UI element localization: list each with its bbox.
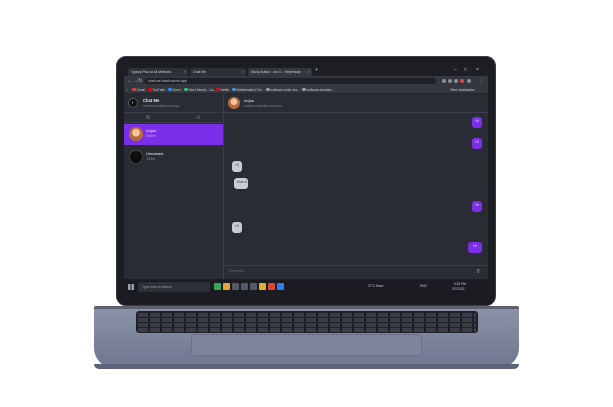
avatar bbox=[129, 127, 143, 141]
taskbar: Type here to search 27°C Haze ENG 6:20 P… bbox=[124, 279, 488, 295]
avatar bbox=[228, 97, 240, 109]
address-bar: ← → ↻ chat-me-react.vercel.app ⋮ bbox=[124, 76, 488, 86]
app-title: Chat Me bbox=[143, 98, 160, 103]
app-icon[interactable] bbox=[232, 283, 239, 290]
message-bubble: How is bbox=[234, 178, 248, 189]
bookmark[interactable]: Mathematics | Fre... bbox=[232, 88, 265, 92]
bookmark[interactable]: YouTube bbox=[148, 88, 165, 92]
key-row bbox=[138, 318, 476, 322]
chat-app: ◐ Chat Me chatme.react@vercel.app ↻ ⚇ An… bbox=[124, 94, 488, 287]
bookmark[interactable]: software-modules... bbox=[302, 88, 334, 92]
other-bookmarks[interactable]: Other bookmarks bbox=[450, 88, 474, 92]
vscode-icon[interactable] bbox=[277, 283, 284, 290]
extension-icon[interactable] bbox=[467, 79, 471, 83]
key-row bbox=[138, 328, 476, 332]
close-icon[interactable]: × bbox=[242, 69, 244, 74]
contact-status: Online bbox=[146, 134, 156, 138]
clock-time: 6:20 PM bbox=[454, 282, 466, 286]
extension-icon[interactable] bbox=[442, 79, 446, 83]
keyboard bbox=[136, 311, 478, 333]
message-bubble: Hi bbox=[472, 201, 482, 212]
key-row bbox=[138, 323, 476, 327]
minimize-icon[interactable]: – bbox=[454, 67, 457, 73]
back-icon[interactable]: ← bbox=[127, 78, 132, 84]
extension-icon[interactable] bbox=[454, 79, 458, 83]
bookmark-icon bbox=[148, 87, 152, 92]
profile-icon[interactable] bbox=[460, 79, 464, 83]
taskbar-search[interactable]: Type here to search bbox=[138, 282, 210, 292]
sidebar: ◐ Chat Me chatme.react@vercel.app ↻ ⚇ An… bbox=[124, 94, 224, 287]
bookmarks-bar: ⁝ Gmail YouTube Zoom Send Money - Ca... … bbox=[124, 86, 488, 94]
bookmark-icon bbox=[266, 87, 270, 92]
user-icon[interactable]: ⚇ bbox=[196, 115, 200, 121]
bookmark-icon bbox=[302, 87, 306, 92]
contact-status: Offline bbox=[146, 157, 156, 161]
app-icon[interactable] bbox=[214, 283, 221, 290]
message-bubble: Hi bbox=[472, 138, 482, 149]
maximize-icon[interactable]: □ bbox=[464, 67, 467, 73]
chat-panel: Anjou chatme.anjou@vercel.com Hi Hi Hi H… bbox=[224, 94, 488, 287]
message-bubble: Hi bbox=[232, 161, 242, 172]
reload-icon[interactable]: ↻ bbox=[138, 78, 142, 84]
app-subtitle: chatme.react@vercel.app bbox=[143, 104, 180, 108]
close-icon[interactable]: × bbox=[184, 69, 186, 74]
bookmark-icon bbox=[132, 87, 136, 92]
browser-tab-bar: Typical Plus at all Methods × Chat Me × St… bbox=[124, 66, 488, 76]
bookmark-icon bbox=[168, 87, 172, 92]
message-input[interactable]: Type here... bbox=[228, 269, 246, 273]
message-bubble: Hi bbox=[232, 222, 242, 233]
contact-name: Unnamed bbox=[146, 151, 164, 156]
windows-start-icon[interactable] bbox=[128, 284, 134, 290]
tab-2[interactable]: Chat Me × bbox=[190, 68, 246, 76]
close-icon[interactable]: × bbox=[308, 69, 310, 74]
key-row bbox=[138, 313, 476, 317]
weather-text: 27°C Haze bbox=[368, 284, 384, 288]
bookmark[interactable]: Gmail bbox=[132, 88, 145, 92]
app-icon[interactable] bbox=[250, 283, 257, 290]
sidebar-toolbar: ↻ ⚇ bbox=[124, 113, 224, 123]
url-input[interactable]: chat-me-react.vercel.app bbox=[144, 78, 436, 84]
bookmark-icon bbox=[216, 87, 220, 92]
avatar bbox=[129, 150, 143, 164]
kebab-menu-icon[interactable]: ⋮ bbox=[479, 78, 484, 84]
laptop-base-edge bbox=[94, 364, 519, 369]
send-icon[interactable]: ⊽ bbox=[476, 269, 480, 275]
tab-3[interactable]: Study Author - Ion D - Heyendaly × bbox=[248, 68, 312, 76]
message-bubble: Hi bbox=[468, 242, 482, 253]
message-bubble: Hi bbox=[472, 117, 482, 128]
bookmark[interactable]: Send Money - Ca... bbox=[184, 88, 216, 92]
chat-header: Anjou chatme.anjou@vercel.com bbox=[224, 94, 488, 113]
contact-item-anjou[interactable]: Anjou Online bbox=[124, 124, 223, 145]
laptop-scene: Typical Plus at all Methods × Chat Me × St… bbox=[0, 0, 613, 407]
message-list: Hi Hi Hi How is Hi Hi Hi bbox=[224, 113, 488, 265]
contact-item-unnamed[interactable]: Unnamed Offline bbox=[124, 147, 223, 168]
bookmark[interactable]: Zoom bbox=[168, 88, 181, 92]
sidebar-header: ◐ Chat Me chatme.react@vercel.app bbox=[124, 94, 224, 113]
bookmark-icon bbox=[232, 87, 236, 92]
extension-icon[interactable] bbox=[448, 79, 452, 83]
screen: Typical Plus at all Methods × Chat Me × St… bbox=[124, 66, 488, 295]
bookmark-icon bbox=[184, 87, 188, 92]
bookmark[interactable]: Netflix bbox=[216, 88, 229, 92]
app-icon[interactable] bbox=[223, 283, 230, 290]
app-icon[interactable] bbox=[241, 283, 248, 290]
tab-1[interactable]: Typical Plus at all Methods × bbox=[128, 68, 188, 76]
apps-icon[interactable]: ⁝ bbox=[127, 88, 128, 92]
bookmark[interactable]: software under tea... bbox=[266, 88, 300, 92]
chat-contact-name: Anjou bbox=[244, 98, 255, 103]
folder-icon[interactable] bbox=[259, 283, 266, 290]
clock-date: 3/7/2023 bbox=[452, 287, 465, 291]
contact-name: Anjou bbox=[146, 128, 157, 133]
new-tab-icon[interactable]: + bbox=[315, 67, 318, 73]
tray-language[interactable]: ENG bbox=[420, 284, 427, 288]
chrome-icon[interactable] bbox=[268, 283, 275, 290]
refresh-icon[interactable]: ↻ bbox=[146, 115, 150, 121]
window-close-icon[interactable]: × bbox=[476, 67, 479, 73]
chat-contact-subtitle: chatme.anjou@vercel.com bbox=[244, 104, 282, 108]
logo-icon: ◐ bbox=[128, 98, 138, 108]
trackpad bbox=[191, 334, 422, 356]
